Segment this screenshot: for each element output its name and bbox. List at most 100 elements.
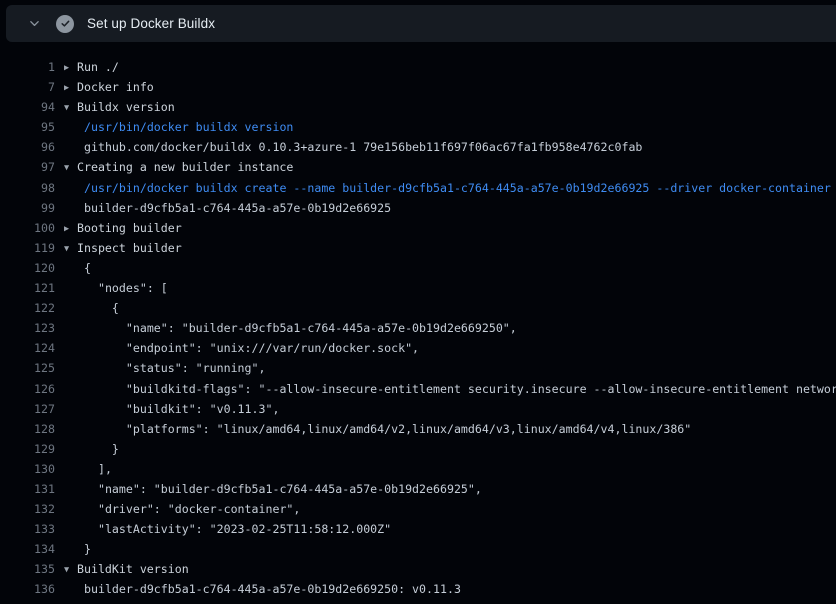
- output-text: "buildkitd-flags": "--allow-insecure-ent…: [64, 379, 836, 399]
- output-text: {: [64, 298, 119, 318]
- log-line: 120 {: [0, 258, 836, 278]
- group-label: Run ./: [77, 60, 119, 74]
- output-text: }: [64, 539, 91, 559]
- log-line: 125 "status": "running",: [0, 358, 836, 378]
- disclosure-expanded-icon: ▼: [64, 158, 77, 177]
- output-text: "driver": "docker-container",: [64, 499, 300, 519]
- disclosure-collapsed-icon: ▶: [64, 78, 77, 97]
- group-label: Booting builder: [77, 221, 182, 235]
- log-line: 131 "name": "builder-d9cfb5a1-c764-445a-…: [0, 479, 836, 499]
- check-circle-icon: [56, 15, 74, 33]
- output-text: "lastActivity": "2023-02-25T11:58:12.000…: [64, 519, 391, 539]
- log-line: 135 ▼BuildKit version: [0, 559, 836, 579]
- log-line: 130 ],: [0, 459, 836, 479]
- log-line: 119 ▼Inspect builder: [0, 238, 836, 258]
- log-line: 123 "name": "builder-d9cfb5a1-c764-445a-…: [0, 318, 836, 338]
- line-number[interactable]: 135: [0, 559, 55, 579]
- log-line: 97 ▼Creating a new builder instance: [0, 157, 836, 177]
- log-line: 136 builder-d9cfb5a1-c764-445a-a57e-0b19d…: [0, 579, 836, 599]
- line-number[interactable]: 100: [0, 218, 55, 238]
- group-toggle[interactable]: ▶Booting builder: [64, 218, 182, 238]
- output-text: {: [64, 258, 91, 278]
- log-view: 1▶Run ./7▶Docker info94▼Buildx version95…: [0, 57, 836, 600]
- log-line: 124 "endpoint": "unix:///var/run/docker.…: [0, 338, 836, 358]
- disclosure-expanded-icon: ▼: [64, 560, 77, 579]
- log-line: 95/usr/bin/docker buildx version: [0, 117, 836, 137]
- log-line: 129 }: [0, 439, 836, 459]
- line-number[interactable]: 95: [0, 117, 55, 137]
- line-number[interactable]: 119: [0, 238, 55, 258]
- output-text: "nodes": [: [64, 278, 168, 298]
- log-line: 132 "driver": "docker-container",: [0, 499, 836, 519]
- group-toggle[interactable]: ▼BuildKit version: [64, 559, 189, 579]
- disclosure-collapsed-icon: ▶: [64, 58, 77, 77]
- output-text: "status": "running",: [64, 358, 265, 378]
- output-text: }: [64, 439, 119, 459]
- group-toggle[interactable]: ▼Inspect builder: [64, 238, 182, 258]
- line-number[interactable]: 128: [0, 419, 55, 439]
- output-text: "name": "builder-d9cfb5a1-c764-445a-a57e…: [64, 318, 517, 338]
- line-number[interactable]: 129: [0, 439, 55, 459]
- group-label: Creating a new builder instance: [77, 160, 293, 174]
- line-number[interactable]: 131: [0, 479, 55, 499]
- output-text: "endpoint": "unix:///var/run/docker.sock…: [64, 338, 419, 358]
- line-number[interactable]: 125: [0, 358, 55, 378]
- line-number[interactable]: 134: [0, 539, 55, 559]
- log-line: 133 "lastActivity": "2023-02-25T11:58:12…: [0, 519, 836, 539]
- group-label: Docker info: [77, 80, 154, 94]
- group-label: Buildx version: [77, 100, 175, 114]
- output-text: "name": "builder-d9cfb5a1-c764-445a-a57e…: [64, 479, 482, 499]
- line-number[interactable]: 126: [0, 379, 55, 399]
- log-line: 121 "nodes": [: [0, 278, 836, 298]
- line-number[interactable]: 133: [0, 519, 55, 539]
- line-number[interactable]: 98: [0, 178, 55, 198]
- log-line: 99 builder-d9cfb5a1-c764-445a-a57e-0b19d2…: [0, 198, 836, 218]
- group-label: Inspect builder: [77, 241, 182, 255]
- log-line: 1 ▶Run ./: [0, 57, 836, 77]
- log-line: 122 {: [0, 298, 836, 318]
- line-number[interactable]: 121: [0, 278, 55, 298]
- group-toggle[interactable]: ▼Creating a new builder instance: [64, 157, 293, 177]
- log-line: 100 ▶Booting builder: [0, 218, 836, 238]
- log-line: 94 ▼Buildx version: [0, 97, 836, 117]
- step-title: Set up Docker Buildx: [87, 16, 215, 31]
- output-text: builder-d9cfb5a1-c764-445a-a57e-0b19d2e6…: [64, 579, 461, 599]
- log-line: 126 "buildkitd-flags": "--allow-insecure…: [0, 379, 836, 399]
- line-number[interactable]: 124: [0, 338, 55, 358]
- output-text: "platforms": "linux/amd64,linux/amd64/v2…: [64, 419, 691, 439]
- line-number[interactable]: 132: [0, 499, 55, 519]
- group-toggle[interactable]: ▶Docker info: [64, 77, 154, 97]
- output-text: builder-d9cfb5a1-c764-445a-a57e-0b19d2e6…: [64, 198, 391, 218]
- line-number[interactable]: 120: [0, 258, 55, 278]
- step-header[interactable]: Set up Docker Buildx: [6, 5, 836, 42]
- line-number[interactable]: 130: [0, 459, 55, 479]
- chevron-down-icon: [26, 16, 42, 32]
- output-text: ],: [64, 459, 112, 479]
- line-number[interactable]: 7: [0, 77, 55, 97]
- disclosure-collapsed-icon: ▶: [64, 219, 77, 238]
- log-line: 127 "buildkit": "v0.11.3",: [0, 399, 836, 419]
- log-line: 7 ▶Docker info: [0, 77, 836, 97]
- output-text: github.com/docker/buildx 0.10.3+azure-1 …: [64, 137, 642, 157]
- line-number[interactable]: 127: [0, 399, 55, 419]
- line-number[interactable]: 94: [0, 97, 55, 117]
- disclosure-expanded-icon: ▼: [64, 239, 77, 258]
- line-number[interactable]: 99: [0, 198, 55, 218]
- line-number[interactable]: 96: [0, 137, 55, 157]
- line-number[interactable]: 122: [0, 298, 55, 318]
- line-number[interactable]: 97: [0, 157, 55, 177]
- output-text: "buildkit": "v0.11.3",: [64, 399, 279, 419]
- command-text: /usr/bin/docker buildx create --name bui…: [64, 178, 831, 198]
- line-number[interactable]: 123: [0, 318, 55, 338]
- disclosure-expanded-icon: ▼: [64, 98, 77, 117]
- group-toggle[interactable]: ▶Run ./: [64, 57, 119, 77]
- log-line: 128 "platforms": "linux/amd64,linux/amd6…: [0, 419, 836, 439]
- log-line: 98/usr/bin/docker buildx create --name b…: [0, 178, 836, 198]
- line-number[interactable]: 136: [0, 579, 55, 599]
- log-line: 134}: [0, 539, 836, 559]
- group-toggle[interactable]: ▼Buildx version: [64, 97, 175, 117]
- line-number[interactable]: 1: [0, 57, 55, 77]
- group-label: BuildKit version: [77, 562, 189, 576]
- log-line: 96 github.com/docker/buildx 0.10.3+azure-…: [0, 137, 836, 157]
- command-text: /usr/bin/docker buildx version: [64, 117, 293, 137]
